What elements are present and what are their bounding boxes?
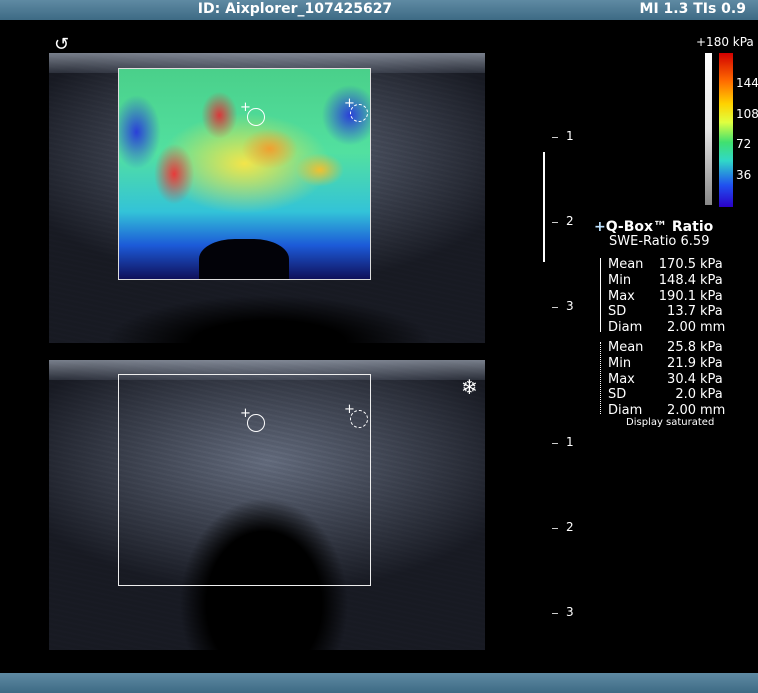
signal-void — [199, 239, 289, 279]
patient-id: ID: Aixplorer_107425627 — [197, 1, 393, 17]
snowflake-icon[interactable]: ❄ — [461, 375, 478, 399]
elasticity-colorbar — [719, 53, 733, 207]
grayscale-bar — [705, 53, 712, 205]
mi-tis-readout: MI 1.3 TIs 0.9 — [639, 1, 746, 17]
bottom-bar — [0, 673, 758, 693]
colorbar-tick: 144 — [736, 76, 758, 90]
depth-label: 2 — [566, 520, 574, 534]
roi-1-stats: Mean 170.5 kPa Min 148.4 kPa Max 190.1 kPa SD 1… — [608, 257, 726, 336]
swirl-icon: ↺ — [54, 34, 70, 55]
roi-1-cross-icon: + — [240, 100, 251, 115]
depth-label: 3 — [566, 605, 574, 619]
colorbar-max-label: +180 kPa — [696, 35, 754, 49]
bmode-roi-2-cross-icon: + — [344, 402, 355, 417]
scale-bar — [543, 152, 545, 262]
plus-icon: + — [594, 219, 606, 235]
swe-ratio: SWE-Ratio 6.59 — [609, 234, 710, 249]
qbox-title: +Q-Box™ Ratio — [594, 219, 714, 235]
top-bar: ID: Aixplorer_107425627 MI 1.3 TIs 0.9 — [0, 0, 758, 20]
colorbar-tick: 72 — [736, 137, 752, 151]
display-saturated-note: Display saturated — [626, 417, 715, 428]
depth-label: 1 — [566, 129, 574, 143]
colorbar-tick: 108 — [736, 107, 758, 121]
bmode-roi-1-cross-icon: + — [240, 406, 251, 421]
roi-2-stats: Mean 25.8 kPa Min 21.9 kPa Max 30.4 kPa SD 2.0 k… — [608, 340, 726, 419]
depth-label: 3 — [566, 299, 574, 313]
colorbar-tick: 36 — [736, 168, 752, 182]
depth-label: 1 — [566, 435, 574, 449]
depth-label: 2 — [566, 214, 574, 228]
roi-1-bracket — [600, 258, 601, 332]
roi-2-cross-icon: + — [344, 96, 355, 111]
posterior-shadow — [109, 273, 429, 343]
roi-2-bracket — [600, 342, 601, 414]
